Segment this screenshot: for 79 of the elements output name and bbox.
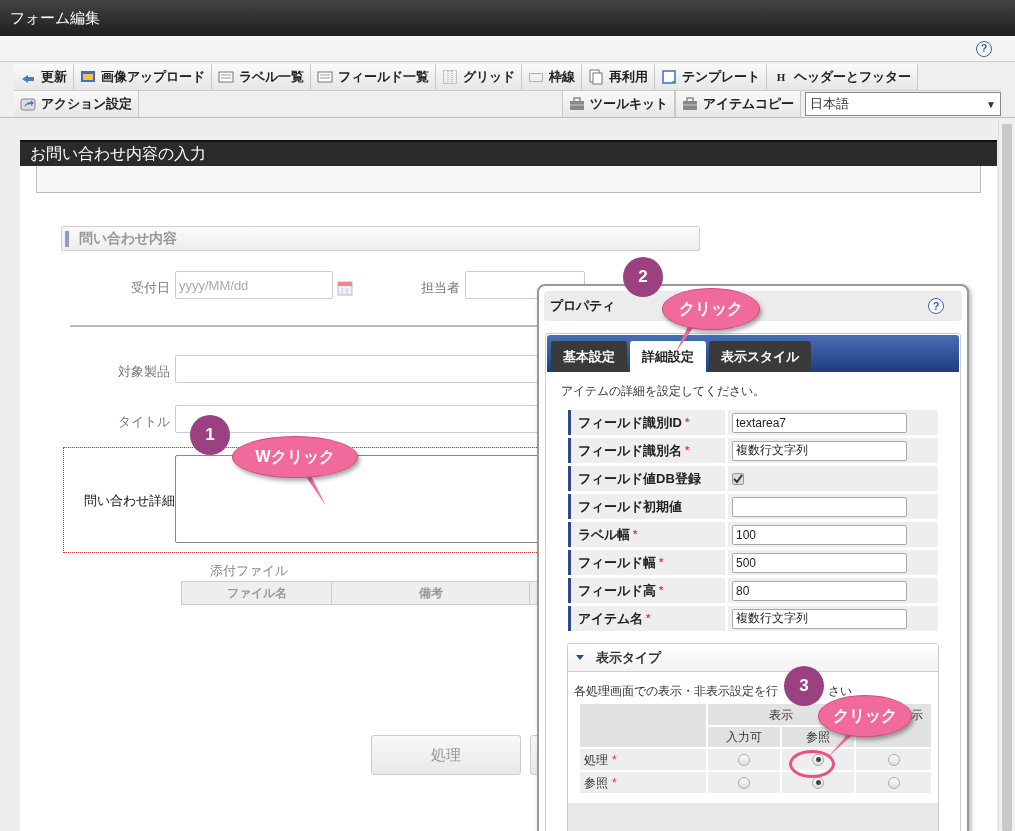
property-label: フィールド値DB登録 <box>568 466 725 491</box>
text-field[interactable]: 500 <box>732 552 907 573</box>
list-icon <box>317 69 333 85</box>
toolbar-button[interactable]: 枠線 <box>522 64 582 90</box>
toolbar-button[interactable]: ラベル一覧 <box>212 64 311 90</box>
toolbar-button[interactable]: アイテムコピー <box>675 91 801 117</box>
triangle-icon <box>576 653 584 662</box>
highlight-ring <box>789 750 835 778</box>
radio-button[interactable] <box>738 776 750 789</box>
calendar-icon <box>337 279 353 296</box>
text-field[interactable] <box>732 496 907 517</box>
required-mark: * <box>646 611 651 627</box>
letter-icon: H <box>773 68 789 86</box>
field-label: 対象製品 <box>117 363 170 381</box>
panel-title: プロパティ <box>550 297 615 316</box>
scrollbar[interactable] <box>998 118 1015 831</box>
column-header: 備考 <box>332 582 530 604</box>
toolbar-button[interactable]: テンプレート <box>655 64 767 90</box>
radio-button[interactable] <box>812 753 824 766</box>
row-label: 参照 <box>584 774 608 792</box>
help-button[interactable]: ? <box>928 298 944 314</box>
property-label: フィールド識別ID * <box>568 410 725 435</box>
checkbox[interactable] <box>732 472 744 485</box>
required-mark: * <box>633 527 638 543</box>
radio-button[interactable] <box>738 753 750 766</box>
section-header: 問い合わせ内容 <box>61 226 700 251</box>
field-label: 問い合わせ詳細 <box>83 492 175 510</box>
toolbar-button[interactable]: 再利用 <box>582 64 655 90</box>
required-mark: * <box>659 555 664 571</box>
required-mark: * <box>685 415 690 431</box>
toolbar-button[interactable]: ツールキット <box>562 91 675 117</box>
toolbar-button[interactable]: 画像アップロード <box>74 64 212 90</box>
documents-icon <box>588 69 604 85</box>
text-field[interactable]: 複数行文字列 <box>732 608 907 629</box>
column-header: 入力可 <box>708 727 780 747</box>
row-label: 処理 <box>584 751 608 769</box>
column-header: ファイル名 <box>182 582 332 604</box>
field-label: タイトル <box>117 413 170 431</box>
property-label: ラベル幅 * <box>568 522 725 547</box>
image-icon <box>80 69 96 85</box>
collapsible-header[interactable]: 表示タイプ <box>568 644 938 672</box>
language-dropdown[interactable]: 日本語 ▼ <box>805 92 1001 116</box>
property-label: アイテム名 * <box>568 606 725 631</box>
form-title: お問い合わせ内容の入力 <box>30 144 206 164</box>
property-label: フィールド識別名 * <box>568 438 725 463</box>
tab[interactable]: 詳細設定 <box>630 341 706 372</box>
text-field[interactable]: 80 <box>732 580 907 601</box>
list-icon <box>218 69 234 85</box>
tab[interactable]: 基本設定 <box>551 341 627 372</box>
toolbox-icon <box>569 96 585 112</box>
field-label: 受付日 <box>130 279 170 297</box>
toolbar-button[interactable]: 更新 <box>14 64 74 90</box>
property-label: フィールド初期値 <box>568 494 725 519</box>
radio-button[interactable] <box>887 776 900 789</box>
toolbar-button[interactable]: グリッド <box>436 64 522 90</box>
tab[interactable]: 表示スタイル <box>709 341 811 372</box>
window-title: フォーム編集 <box>10 7 100 28</box>
radio-button[interactable] <box>887 753 900 766</box>
required-mark: * <box>612 774 617 792</box>
toolbar-button[interactable]: H ヘッダーとフッター <box>767 64 918 90</box>
toolbox-icon <box>682 96 698 112</box>
date-field[interactable]: yyyy/MM/dd <box>175 271 333 299</box>
required-mark: * <box>659 583 664 599</box>
required-mark: * <box>612 751 617 769</box>
text-field[interactable]: textarea7 <box>732 412 907 433</box>
field-label: 担当者 <box>420 279 460 297</box>
attachment-label: 添付ファイル <box>210 562 288 580</box>
text-field[interactable]: 100 <box>732 524 907 545</box>
text-field[interactable]: 複数行文字列 <box>732 440 907 461</box>
property-label: フィールド高 * <box>568 578 725 603</box>
required-mark: * <box>685 443 690 459</box>
toolbar-button[interactable]: フィールド一覧 <box>311 64 436 90</box>
property-label: フィールド幅 * <box>568 550 725 575</box>
instruction-text: 各処理画面での表示・非表示設定を行 <box>574 683 778 700</box>
help-button[interactable]: ? <box>976 40 992 57</box>
panel-description: アイテムの詳細を設定してください。 <box>560 383 766 400</box>
toolbar-button[interactable]: アクション設定 <box>14 91 139 117</box>
grid-icon <box>442 69 458 85</box>
template-icon <box>661 69 677 85</box>
